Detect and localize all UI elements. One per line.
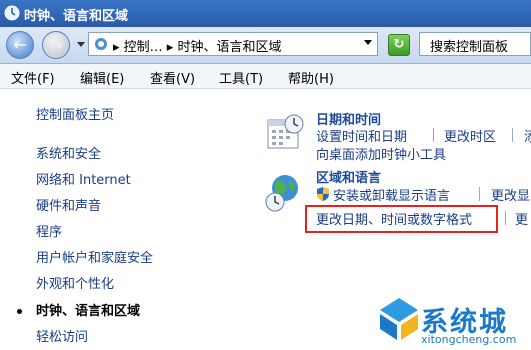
link-separator	[433, 128, 434, 142]
link-add-clock-gadget[interactable]: 向桌面添加时钟小工具	[316, 144, 446, 163]
address-dropdown-icon[interactable]	[364, 40, 372, 45]
navigation-bar: ← → ▸ 控制… ▸ 时钟、语言和区域 ↻ 搜索控制面板	[0, 27, 531, 64]
address-path: ▸ 控制… ▸ 时钟、语言和区域	[113, 40, 282, 55]
link-change-timezone[interactable]: 更改时区	[444, 126, 496, 145]
watermark-url: xitongcheng.com	[421, 333, 517, 346]
sidebar-item-user-accounts[interactable]: 用户帐户和家庭安全	[36, 247, 153, 266]
search-input[interactable]: 搜索控制面板	[419, 32, 531, 56]
link-separator	[479, 187, 480, 201]
highlight-box	[305, 205, 498, 233]
link-install-display-language[interactable]: 安装或卸载显示语言	[333, 185, 450, 204]
title-bar: 时钟、语言和区域	[0, 0, 531, 27]
sidebar-item-network[interactable]: 网络和 Internet	[36, 169, 131, 188]
link-change-partial[interactable]: 更	[515, 209, 528, 228]
recent-pages-dropdown-icon[interactable]	[77, 42, 85, 47]
watermark-logo-icon	[380, 298, 418, 340]
link-add-clocks-partial[interactable]: 添	[524, 126, 531, 145]
menu-bar: 文件(F) 编辑(E) 查看(V) 工具(T) 帮助(H)	[0, 64, 531, 89]
sidebar-item-clock-language-region: 时钟、语言和区域	[36, 304, 141, 319]
menu-view[interactable]: 查看(V)	[150, 68, 195, 87]
calendar-clock-icon	[267, 114, 304, 149]
globe-clock-icon	[265, 175, 298, 212]
link-change-display-partial[interactable]: 更改显	[491, 185, 530, 204]
back-arrow-icon: ←	[13, 35, 27, 54]
refresh-button[interactable]: ↻	[388, 34, 410, 56]
sidebar-item-programs[interactable]: 程序	[36, 221, 62, 240]
back-button[interactable]: ←	[6, 31, 34, 59]
link-separator	[512, 128, 513, 142]
sidebar-home-link[interactable]: 控制面板主页	[36, 104, 114, 123]
menu-tools[interactable]: 工具(T)	[219, 68, 263, 87]
menu-help[interactable]: 帮助(H)	[288, 68, 334, 87]
current-item-bullet-icon	[17, 309, 22, 314]
menu-file[interactable]: 文件(F)	[11, 68, 55, 87]
sidebar-item-hardware-sound[interactable]: 硬件和声音	[36, 195, 101, 214]
link-separator	[505, 211, 506, 225]
refresh-icon: ↻	[393, 37, 405, 52]
sidebar-item-appearance[interactable]: 外观和个性化	[36, 273, 114, 292]
menu-edit[interactable]: 编辑(E)	[80, 68, 124, 87]
forward-arrow-icon: →	[49, 35, 63, 54]
uac-shield-icon	[317, 187, 329, 201]
forward-button[interactable]: →	[42, 31, 70, 59]
sidebar-item-ease-of-access[interactable]: 轻松访问	[36, 326, 88, 345]
sidebar-item-system-security[interactable]: 系统和安全	[36, 143, 101, 162]
control-panel-icon	[95, 38, 107, 50]
address-bar[interactable]: ▸ 控制… ▸ 时钟、语言和区域	[88, 32, 378, 56]
window-title: 时钟、语言和区域	[24, 9, 129, 24]
link-set-time-date[interactable]: 设置时间和日期	[316, 126, 407, 145]
category-title-region-language[interactable]: 区域和语言	[316, 167, 381, 186]
clock-globe-icon	[4, 5, 20, 21]
